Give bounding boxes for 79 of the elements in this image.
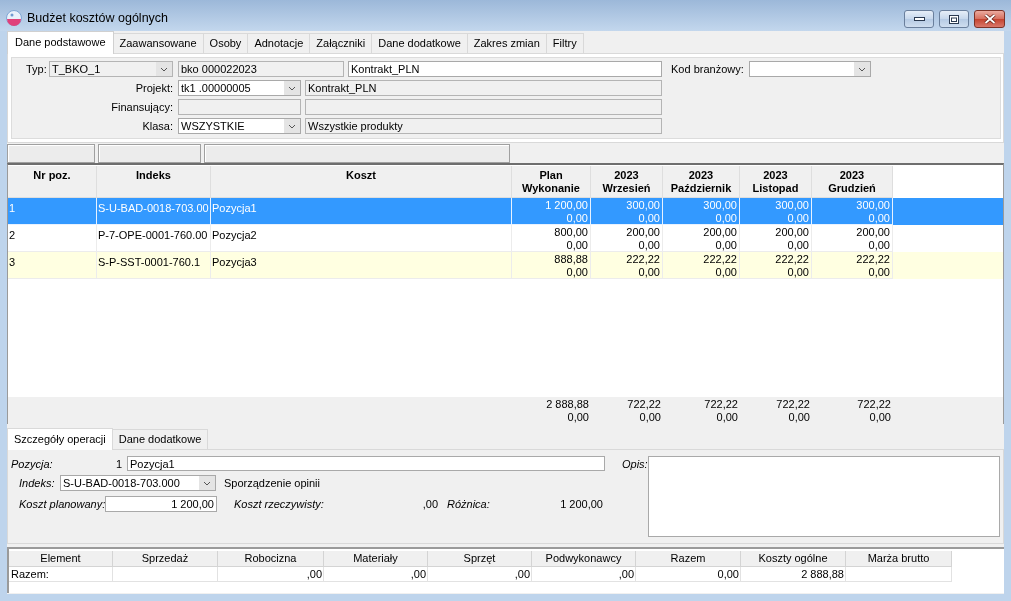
chevron-down-icon [156, 62, 172, 76]
index-description: Sporządzenie opinii [224, 477, 320, 489]
difference-value: 1 200,00 [559, 498, 603, 510]
maximize-icon [949, 14, 959, 24]
column-header: Robocizna [218, 551, 324, 567]
column-header: Koszty ogólne [741, 551, 846, 567]
chevron-down-icon [284, 81, 300, 95]
chevron-down-icon [284, 119, 300, 133]
column-group-header[interactable] [204, 144, 510, 163]
close-button[interactable] [974, 10, 1005, 28]
column-group-header[interactable] [7, 144, 95, 163]
dropdown-field[interactable]: T_BKO_1 [49, 61, 173, 77]
field-label: Typ: [26, 63, 48, 75]
window-title: Budżet kosztów ogólnych [27, 10, 169, 25]
text-field[interactable]: Kontrakt_PLN [348, 61, 662, 77]
notes-field[interactable] [648, 456, 1000, 537]
text-field[interactable]: Wszystkie produkty [305, 118, 662, 134]
minimize-button[interactable] [904, 10, 934, 28]
app-icon [6, 9, 22, 26]
text-field[interactable]: Kontrakt_PLN [305, 80, 662, 96]
column-header: Marża brutto [846, 551, 952, 567]
tab[interactable]: Dane podstawowe [7, 31, 114, 54]
text-field[interactable]: Pozycja1 [127, 456, 605, 471]
text-field[interactable]: 1 200,00 [105, 496, 217, 512]
dropdown-field[interactable] [749, 61, 871, 77]
table-cell: 2 888,88 [741, 567, 846, 582]
minimize-icon [913, 17, 925, 21]
text-field[interactable] [305, 99, 662, 115]
column-header[interactable]: Nr poz. [8, 166, 97, 198]
total-cell-text: 722,22 0,00 [703, 397, 739, 424]
field-label: Projekt: [134, 82, 173, 94]
column-group-header[interactable] [98, 144, 201, 163]
field-label: Klasa: [141, 120, 173, 132]
column-header[interactable]: 2023 Listopad [740, 166, 812, 198]
table-cell: Razem: [9, 567, 113, 582]
tab[interactable]: Filtry [545, 33, 584, 53]
column-header: Podwykonawcy [532, 551, 636, 567]
table-cell: 0,00 [636, 567, 741, 582]
column-header: Sprzęt [428, 551, 532, 567]
total-cell-text: 722,22 0,00 [856, 397, 892, 424]
column-header: Sprzedaż [113, 551, 218, 567]
column-header: Razem [636, 551, 741, 567]
total-cell-text: 722,22 0,00 [775, 397, 811, 424]
column-header[interactable]: Koszt [211, 166, 512, 198]
table-cell: ,00 [218, 567, 324, 582]
column-header[interactable]: 2023 Grudzień [812, 166, 893, 198]
column-header[interactable]: Indeks [97, 166, 211, 198]
table-cell: ,00 [324, 567, 428, 582]
text-field[interactable]: bko 000022023 [178, 61, 344, 77]
dropdown-field[interactable]: WSZYSTKIE [178, 118, 301, 134]
dropdown-field[interactable]: tk1 .00000005 [178, 80, 301, 96]
tab[interactable]: Szczegóły operacji [7, 428, 113, 450]
column-header[interactable]: 2023 Wrzesień [591, 166, 663, 198]
field-label: Różnica: [447, 498, 491, 510]
field-label: Pozycja: [11, 457, 54, 470]
table-cell: ,00 [532, 567, 636, 582]
field-label: Finansujący: [110, 101, 173, 113]
column-header[interactable]: Plan Wykonanie [512, 166, 591, 198]
maximize-button[interactable] [939, 10, 969, 28]
column-header: Materiały [324, 551, 428, 567]
column-header: Element [9, 551, 113, 567]
close-icon [983, 14, 996, 24]
chevron-down-icon [854, 62, 870, 76]
position-number: 1 [114, 457, 122, 470]
column-header[interactable]: 2023 Październik [663, 166, 740, 198]
field-label: Koszt planowany: [19, 498, 103, 510]
field-label: Indeks: [19, 477, 56, 489]
table-row[interactable]: 3 S-P-SST-0001-760.1 Pozycja3 888,88 0,00 222,22 0,00 222,22 0,00 222,22 0,00 222,22 0,00 [8, 252, 1003, 279]
text-field[interactable] [178, 99, 301, 115]
field-label: Kod branżowy: [671, 63, 745, 75]
total-cell-text: 722,22 0,00 [626, 397, 662, 424]
total-cell-text: 2 888,88 0,00 [545, 397, 590, 424]
chevron-down-icon [199, 476, 215, 490]
tab[interactable]: Dane dodatkowe [111, 429, 209, 449]
field-label: Koszt rzeczywisty: [234, 498, 325, 510]
actual-cost-value: ,00 [421, 498, 438, 510]
dropdown-field[interactable]: S-U-BAD-0018-703.000 [60, 475, 216, 491]
table-cell: ,00 [428, 567, 532, 582]
field-label: Opis: [622, 458, 648, 470]
